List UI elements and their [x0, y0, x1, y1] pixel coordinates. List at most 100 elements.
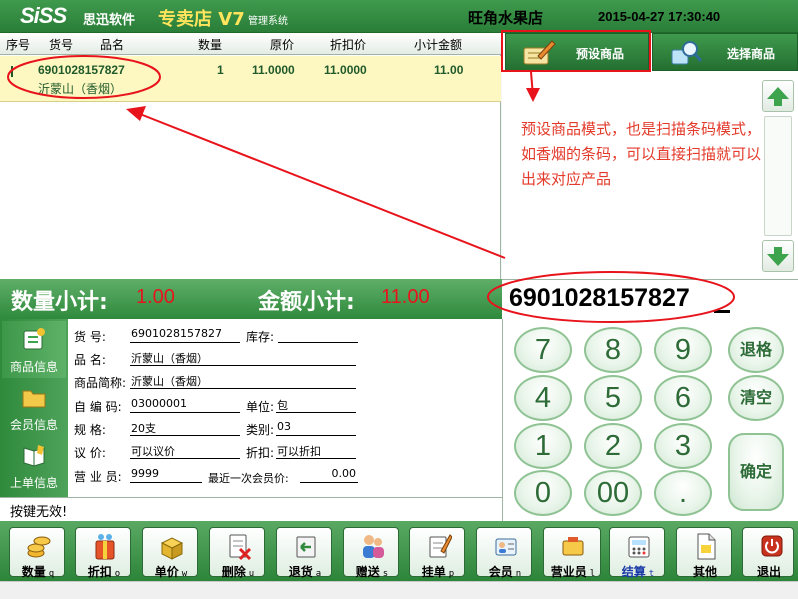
magnifier-icon	[671, 41, 703, 65]
name-value: 沂蒙山（香烟）	[130, 350, 356, 366]
key-1[interactable]: 1	[514, 423, 572, 469]
key-9[interactable]: 9	[654, 327, 712, 373]
unit-price-hotkey: w	[181, 569, 188, 579]
row-code: 6901028157827	[38, 63, 125, 77]
gift-bag-icon	[95, 534, 115, 560]
table-row[interactable]: 6901028157827 沂蒙山（香烟） 1 11.0000 11.0000 …	[0, 56, 501, 102]
input-cursor	[714, 310, 730, 313]
col-subtotal: 小计金额	[414, 38, 463, 52]
pos-window: SiSS 思迅软件 专卖店 V7 管理系统 旺角水果店 2015-04-27 1…	[0, 0, 798, 599]
key-4[interactable]: 4	[514, 375, 572, 421]
code-label: 货 号:	[74, 330, 106, 344]
title-bar: SiSS 思迅软件 专卖店 V7 管理系统 旺角水果店 2015-04-27 1…	[0, 0, 798, 33]
backspace-button[interactable]: 退格	[728, 327, 784, 373]
scroll-up-button[interactable]	[762, 80, 794, 112]
exit-label: 退出	[756, 565, 781, 579]
row-qty: 1	[217, 63, 224, 77]
spec-value: 20支	[130, 420, 240, 436]
enter-button[interactable]: 确定	[728, 433, 784, 511]
key-3[interactable]: 3	[654, 423, 712, 469]
amount-subtotal-value: 11.00	[381, 286, 430, 308]
brand-logo: SiSS	[20, 3, 67, 28]
side-tabs: 商品信息 会员信息 上单信息	[0, 319, 68, 497]
scroll-down-button[interactable]	[762, 240, 794, 272]
power-icon	[761, 535, 783, 557]
col-qty: 数量	[198, 38, 223, 52]
key-0[interactable]: 0	[514, 470, 572, 516]
arrow-down-icon	[767, 247, 789, 266]
clerk-value: 9999	[130, 467, 202, 483]
key-dot[interactable]: .	[654, 470, 712, 516]
key-5[interactable]: 5	[584, 375, 642, 421]
row-price: 11.0000	[252, 63, 295, 77]
gift-button[interactable]: 赠送 s	[343, 527, 399, 579]
checkout-icon	[628, 536, 650, 558]
hang-order-button[interactable]: 挂单 p	[409, 527, 465, 579]
store-name: 旺角水果店	[468, 9, 544, 27]
document-icon	[697, 533, 716, 560]
member-price-value: 0.00	[300, 467, 358, 483]
table-header: 序号 货号 品名 数量 原价 折扣价 小计金额	[0, 33, 501, 55]
return-button[interactable]: 退货 a	[276, 527, 332, 579]
checkout-button[interactable]: 结算 t	[609, 527, 665, 579]
discount-label: 折扣	[87, 565, 112, 579]
status-message: 按键无效!	[10, 505, 68, 520]
quantity-button[interactable]: 数量 q	[9, 527, 65, 579]
key-8[interactable]: 8	[584, 327, 642, 373]
clerk-hotkey: l	[589, 569, 596, 579]
self-code-value: 03000001	[130, 397, 240, 413]
datetime: 2015-04-27 17:30:40	[598, 9, 721, 24]
tab-member-info-label: 会员信息	[9, 418, 58, 432]
discount-label: 折扣:	[246, 446, 275, 460]
people-icon	[363, 535, 384, 558]
discount-value: 可以折扣	[276, 443, 356, 459]
product-info-icon	[23, 328, 45, 350]
bargain-value: 可以议价	[130, 443, 240, 459]
tab-member-info[interactable]: 会员信息	[2, 379, 66, 436]
delete-button[interactable]: 删除 u	[209, 527, 265, 579]
checkout-label: 结算	[621, 565, 646, 579]
exit-button[interactable]: 退出	[742, 527, 794, 579]
other-button[interactable]: 其他	[676, 527, 732, 579]
hang-order-icon	[429, 534, 452, 558]
short-name-value: 沂蒙山（香烟）	[130, 373, 356, 389]
amount-subtotal-label: 金额小计:	[258, 290, 355, 315]
preset-products-button[interactable]: 预设商品	[505, 33, 649, 71]
unit-price-button[interactable]: 单价 w	[142, 527, 198, 579]
bargain-label: 议 价:	[74, 446, 106, 460]
row-discount-price: 11.0000	[324, 63, 367, 77]
barcode-value: 6901028157827	[509, 284, 690, 312]
company-name: 思迅软件	[83, 13, 136, 28]
member-card-icon	[495, 538, 517, 556]
row-subtotal: 11.00	[434, 63, 464, 77]
tab-last-order-info[interactable]: 上单信息	[2, 437, 66, 494]
clerk-label: 营 业 员:	[74, 470, 122, 484]
hang-order-hotkey: p	[448, 569, 455, 579]
row-name: 沂蒙山（香烟）	[38, 82, 123, 96]
quantity-label: 数量	[21, 565, 46, 579]
stock-value	[278, 327, 358, 343]
key-7[interactable]: 7	[514, 327, 572, 373]
member-button[interactable]: 会员 n	[476, 527, 532, 579]
key-00[interactable]: 00	[584, 470, 642, 516]
unit-value: 包	[276, 397, 356, 413]
clerk-label-btn: 营业员	[550, 565, 587, 579]
col-price: 原价	[270, 38, 295, 52]
key-6[interactable]: 6	[654, 375, 712, 421]
select-products-button[interactable]: 选择商品	[652, 33, 798, 71]
member-price-label: 最近一次会员价:	[208, 472, 289, 485]
member-label: 会员	[488, 565, 513, 579]
annotation-text: 预设商品模式，也是扫描条码模式，如香烟的条码，可以直接扫描就可以出来对应产品	[521, 120, 762, 188]
clear-button[interactable]: 清空	[728, 375, 784, 421]
key-2[interactable]: 2	[584, 423, 642, 469]
function-toolbar: 数量 q 折扣 o 单价 w 删除 u 退货 a 赠送 s 挂单 p 会员 n …	[0, 521, 798, 581]
self-code-label: 自 编 码:	[74, 400, 122, 414]
tab-product-info[interactable]: 商品信息	[2, 321, 66, 378]
discount-button[interactable]: 折扣 o	[75, 527, 131, 579]
product-info-panel: 货 号: 6901028157827 库存: 品 名: 沂蒙山（香烟） 商品简称…	[68, 319, 502, 497]
barcode-input[interactable]: 6901028157827	[502, 279, 798, 319]
spec-label: 规 格:	[74, 423, 106, 437]
clerk-button[interactable]: 营业员 l	[543, 527, 601, 579]
subtotal-bar: 数量小计: 1.00 金额小计: 11.00	[0, 279, 502, 319]
delete-label: 删除	[221, 565, 246, 579]
